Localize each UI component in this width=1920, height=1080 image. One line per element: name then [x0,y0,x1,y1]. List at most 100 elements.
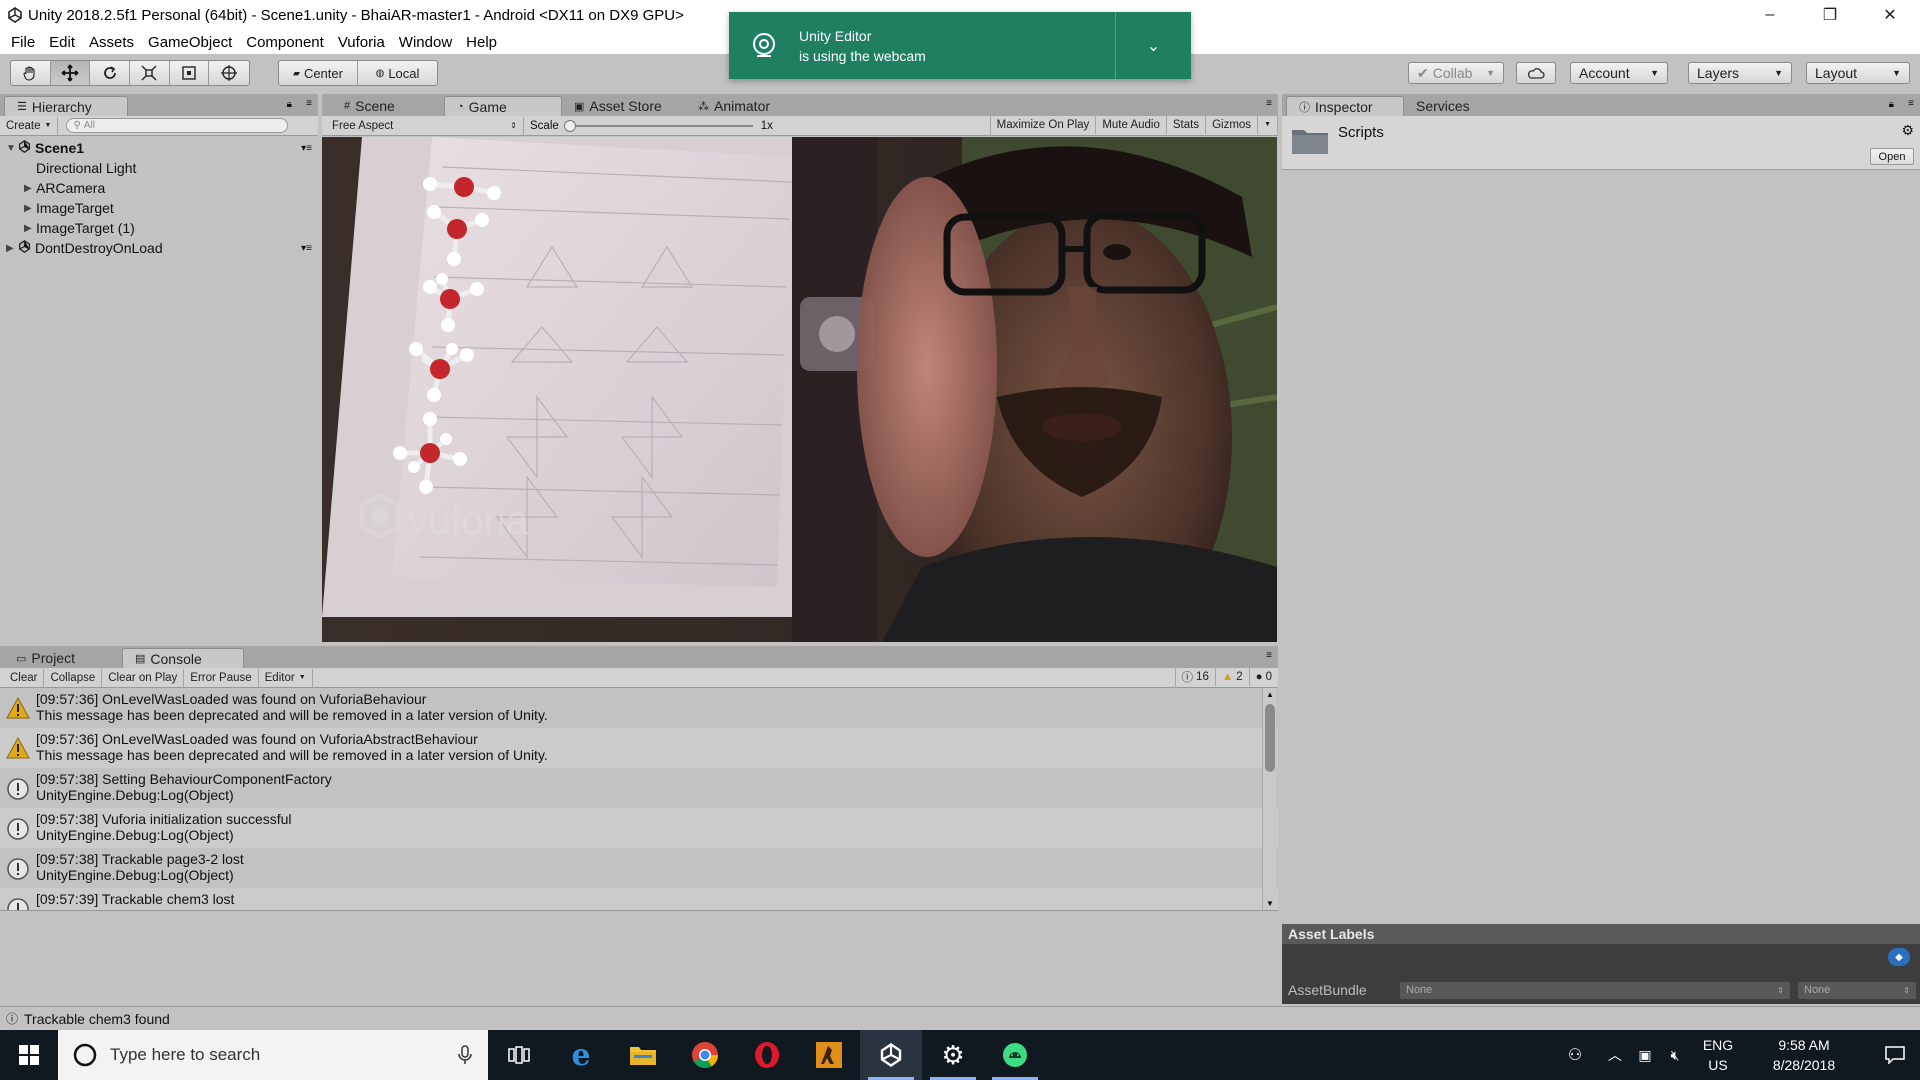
scroll-up-icon[interactable]: ▲ [1266,690,1274,699]
rect-tool-button[interactable] [170,61,210,85]
game-viewport[interactable]: vuforia [322,137,1277,642]
android-studio-app[interactable] [984,1030,1046,1080]
error-filter-toggle[interactable]: ● 0 [1250,668,1278,686]
action-center-button[interactable] [1870,1030,1920,1080]
expand-triangle-icon[interactable]: ▶ [24,223,36,234]
cloud-button[interactable] [1516,62,1556,84]
lock-icon[interactable]: 🔒︎ [1889,99,1894,110]
menu-edit[interactable]: Edit [42,34,82,51]
transform-tool-button[interactable] [209,61,249,85]
opera-app[interactable] [736,1030,798,1080]
volume-button[interactable]: 🔇︎ [1660,1030,1690,1080]
tab-inspector[interactable]: ⓘ Inspector [1286,96,1404,116]
status-message[interactable]: Trackable chem3 found [24,1011,170,1027]
context-menu-icon[interactable]: ▾≡ [301,243,312,254]
scale-tool-button[interactable] [130,61,170,85]
context-menu-icon[interactable]: ▾≡ [301,143,312,154]
mute-audio-toggle[interactable]: Mute Audio [1096,115,1167,134]
log-entry[interactable]: [09:57:38] Setting BehaviourComponentFac… [0,768,1278,808]
panel-menu-icon[interactable]: ≡ [1908,98,1914,109]
show-hidden-icons-button[interactable]: ︿ [1600,1030,1630,1080]
warning-filter-toggle[interactable]: ▲ 2 [1216,667,1250,686]
task-view-button[interactable] [488,1030,550,1080]
dontdestroy-scene-row[interactable]: ▶ DontDestroyOnLoad ▾≡ [0,238,318,258]
notification-expand-button[interactable]: ⌄ [1115,12,1191,79]
console-log-list[interactable]: [09:57:36] OnLevelWasLoaded was found on… [0,688,1278,910]
log-entry[interactable]: [09:57:38] Vuforia initialization succes… [0,808,1278,848]
clear-on-play-toggle[interactable]: Clear on Play [102,668,185,687]
menu-window[interactable]: Window [392,34,459,51]
console-detail-area[interactable] [0,910,1278,1006]
scrollbar-thumb[interactable] [1265,704,1275,772]
lock-icon[interactable]: 🔒︎ [287,99,292,110]
menu-gameobject[interactable]: GameObject [141,34,239,51]
assetbundle-dropdown[interactable]: None ⇕ [1400,981,1790,999]
hierarchy-item[interactable]: ▶ ImageTarget [0,198,318,218]
hierarchy-search-input[interactable]: ⚲ All [66,118,289,133]
minimize-button[interactable]: – [1740,0,1800,30]
expand-triangle-icon[interactable]: ▶ [6,243,18,254]
tab-animator[interactable]: ⁂ Animator [686,96,796,116]
taskbar-search-box[interactable]: Type here to search [58,1030,488,1080]
clock[interactable]: 9:58 AM 8/28/2018 [1748,1035,1860,1075]
create-dropdown[interactable]: Create ▼ [0,116,59,135]
pivot-local-button[interactable]: ◍ Local [358,61,437,85]
layers-dropdown[interactable]: Layers ▼ [1688,62,1792,84]
expand-triangle-icon[interactable]: ▶ [24,183,36,194]
gear-icon[interactable]: ⚙ [1901,122,1914,139]
layout-dropdown[interactable]: Layout ▼ [1806,62,1910,84]
people-button[interactable]: ⚇ [1560,1030,1590,1080]
menu-vuforia[interactable]: Vuforia [331,34,392,51]
rotate-tool-button[interactable] [90,61,131,85]
editor-dropdown[interactable]: Editor ▼ [259,668,313,687]
gizmos-dropdown[interactable]: ▼ [1258,115,1278,134]
info-filter-toggle[interactable]: ⓘ 16 [1176,667,1216,686]
tab-scene[interactable]: # Scene [332,96,444,116]
chrome-app[interactable] [674,1030,736,1080]
log-entry[interactable]: [09:57:36] OnLevelWasLoaded was found on… [0,688,1278,728]
menu-help[interactable]: Help [459,34,504,51]
asset-labels-button[interactable]: ◆ [1888,948,1910,966]
gizmos-toggle[interactable]: Gizmos [1206,115,1259,134]
webcam-notification[interactable]: Unity Editor is using the webcam ⌄ [729,12,1191,79]
language-indicator[interactable]: ENG US [1696,1035,1740,1075]
tab-console[interactable]: ▤ Console [122,648,244,668]
file-explorer-app[interactable] [612,1030,674,1080]
stats-toggle[interactable]: Stats [1167,115,1207,134]
game-app[interactable] [798,1030,860,1080]
aspect-dropdown[interactable]: Free Aspect ⇕ [326,116,524,135]
unity-app[interactable] [860,1030,922,1080]
error-pause-toggle[interactable]: Error Pause [184,668,259,687]
scroll-down-icon[interactable]: ▼ [1266,899,1274,908]
maximize-button[interactable]: ❐ [1800,0,1860,30]
edge-app[interactable]: e [550,1030,612,1080]
assetbundle-variant-dropdown[interactable]: None ⇕ [1798,981,1916,999]
log-entry[interactable]: [09:57:39] Trackable chem3 lost [0,888,1278,910]
open-button[interactable]: Open [1870,148,1914,165]
panel-menu-icon[interactable]: ≡ [306,98,312,109]
hand-tool-button[interactable] [11,61,51,85]
menu-file[interactable]: File [4,34,42,51]
hierarchy-item[interactable]: ▶ ARCamera [0,178,318,198]
tab-project[interactable]: ▭ Project [4,648,122,668]
tab-asset-store[interactable]: ▣ Asset Store [562,96,686,116]
menu-assets[interactable]: Assets [82,34,141,51]
collab-dropdown[interactable]: ✔ Collab ▼ [1408,62,1504,84]
pivot-center-button[interactable]: ▰ Center [279,61,358,85]
console-scrollbar[interactable]: ▲ ▼ [1262,688,1276,910]
log-entry[interactable]: [09:57:36] OnLevelWasLoaded was found on… [0,728,1278,768]
expand-triangle-icon[interactable]: ▶ [24,203,36,214]
scene-row[interactable]: ▼ Scene1 ▾≡ [0,138,318,158]
start-button[interactable] [0,1030,58,1080]
slider-thumb[interactable] [563,119,576,132]
close-button[interactable]: ✕ [1860,0,1920,30]
tab-services[interactable]: Services [1404,96,1494,116]
log-entry[interactable]: [09:57:38] Trackable page3-2 lost UnityEn… [0,848,1278,888]
panel-menu-icon[interactable]: ≡ [1266,650,1272,661]
network-button[interactable]: ▣ [1630,1030,1660,1080]
tab-hierarchy[interactable]: ☰ Hierarchy [4,96,128,116]
collapse-toggle[interactable]: Collapse [44,668,103,687]
menu-component[interactable]: Component [239,34,331,51]
hierarchy-item[interactable]: Directional Light [0,158,318,178]
hierarchy-item[interactable]: ▶ ImageTarget (1) [0,218,318,238]
